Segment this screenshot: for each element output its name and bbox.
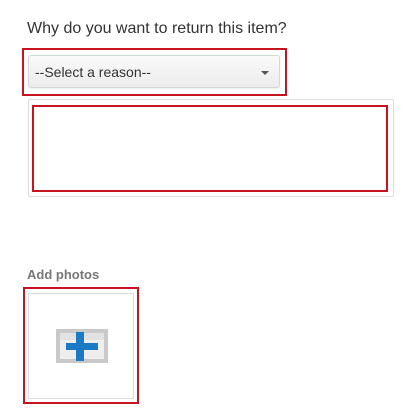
select-highlight-box xyxy=(22,48,287,96)
textarea-highlight-box xyxy=(32,105,388,192)
add-photos-label: Add photos xyxy=(27,267,100,282)
photo-highlight-box xyxy=(23,287,139,404)
return-reason-question: Why do you want to return this item? xyxy=(27,20,287,37)
